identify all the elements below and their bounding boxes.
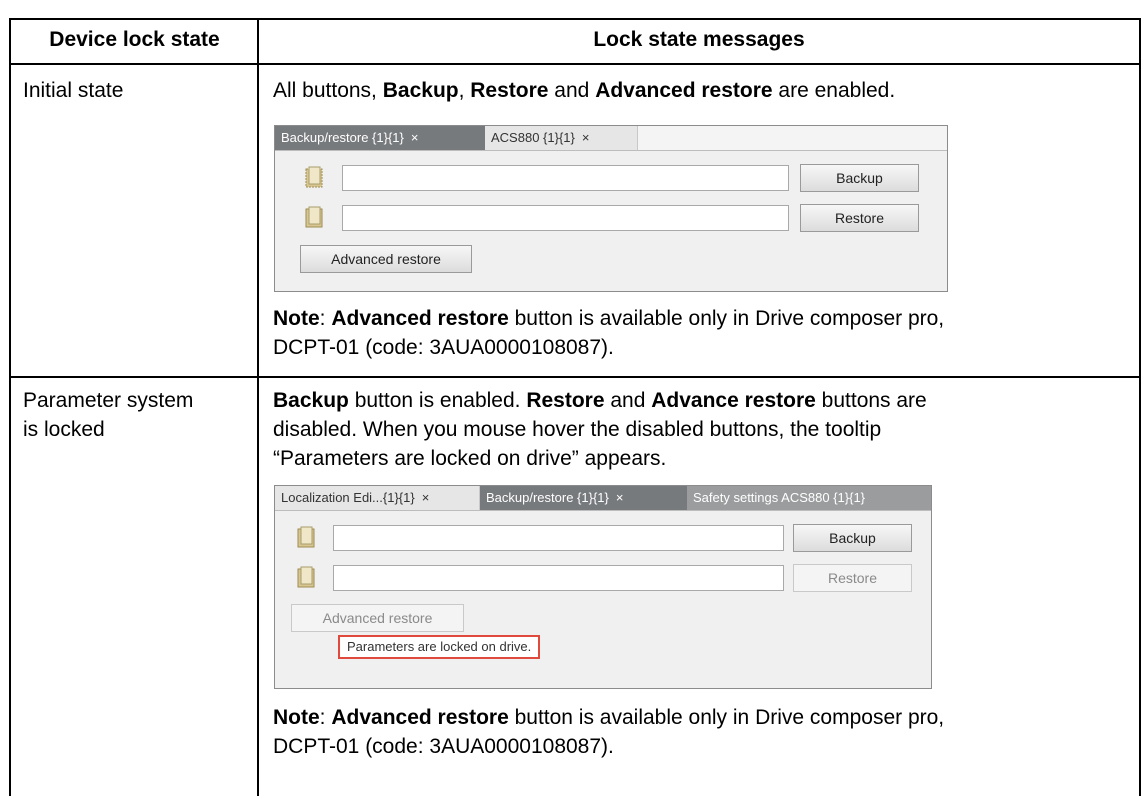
backup-restore-panel-locked: Localization Edi...{1}{1} × Backup/restor…	[274, 485, 932, 689]
folder-icon[interactable]	[297, 566, 315, 588]
row-separator	[9, 376, 1141, 378]
tab-safety-settings[interactable]: Safety settings ACS880 {1}{1}	[687, 486, 931, 510]
advanced-restore-button-disabled[interactable]: Advanced restore	[291, 604, 464, 632]
restore-button-disabled[interactable]: Restore	[793, 564, 912, 592]
advanced-restore-button[interactable]: Advanced restore	[300, 245, 472, 273]
row1-note: Note: Advanced restore button is availab…	[273, 307, 945, 359]
backup-restore-panel-enabled: Backup/restore {1}{1} × ACS880 {1}{1} × Ba…	[274, 125, 948, 292]
header-lock-state-messages: Lock state messages	[593, 28, 805, 51]
backup-path-input[interactable]	[333, 525, 784, 551]
locked-tooltip: Parameters are locked on drive.	[338, 635, 541, 659]
restore-path-input[interactable]	[333, 565, 784, 591]
backup-button[interactable]: Backup	[793, 524, 912, 552]
tab-acs880[interactable]: ACS880 {1}{1} ×	[485, 126, 638, 150]
backup-button[interactable]: Backup	[800, 164, 919, 192]
tab-localization-editor[interactable]: Localization Edi...{1}{1} ×	[275, 486, 480, 510]
table-border-right	[1139, 18, 1141, 796]
table-border-top	[9, 18, 1141, 20]
folder-icon[interactable]	[305, 206, 323, 228]
restore-path-input[interactable]	[342, 205, 789, 231]
close-icon[interactable]: ×	[616, 490, 624, 505]
header-device-lock-state: Device lock state	[49, 28, 220, 51]
header-separator	[9, 63, 1141, 65]
row1-state: Initial state	[23, 79, 124, 102]
tab-backup-restore[interactable]: Backup/restore {1}{1} ×	[275, 126, 485, 150]
restore-button[interactable]: Restore	[800, 204, 919, 232]
table-border-left	[9, 18, 11, 796]
close-icon[interactable]: ×	[411, 130, 419, 145]
folder-icon[interactable]	[305, 166, 323, 188]
row2-note: Note: Advanced restore button is availab…	[273, 706, 945, 758]
close-icon[interactable]: ×	[582, 130, 590, 145]
row1-description: All buttons, Backup, Restore and Advance…	[273, 79, 896, 102]
column-separator	[257, 18, 259, 796]
row2-description: Backup button is enabled. Restore and Ad…	[273, 389, 927, 470]
folder-icon[interactable]	[297, 526, 315, 548]
tab-backup-restore[interactable]: Backup/restore {1}{1} ×	[480, 486, 687, 510]
close-icon[interactable]: ×	[422, 490, 430, 505]
backup-path-input[interactable]	[342, 165, 789, 191]
row2-state: Parameter system is locked	[23, 389, 194, 441]
